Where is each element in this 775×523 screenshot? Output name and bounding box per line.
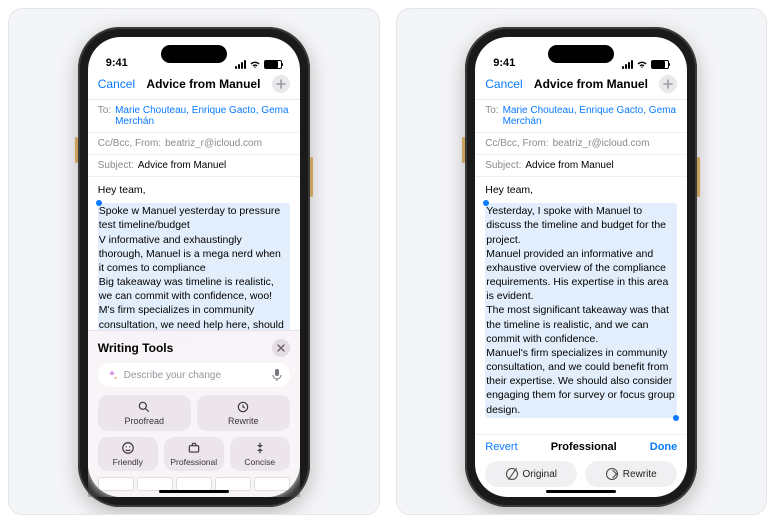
add-button[interactable] <box>659 75 677 93</box>
done-button[interactable]: Done <box>650 441 678 453</box>
rewrite-button[interactable]: Rewrite <box>197 395 290 431</box>
greeting: Hey team, <box>485 183 677 197</box>
to-label: To: <box>98 105 111 116</box>
body-text: Spoke w Manuel yesterday to pressure tes… <box>99 205 284 345</box>
subject-value: Advice from Manuel <box>525 160 613 171</box>
nav-title: Advice from Manuel <box>141 77 266 91</box>
selection-handle-start[interactable] <box>96 200 102 206</box>
compose-nav: Cancel Advice from Manuel <box>475 71 687 100</box>
wifi-icon <box>636 60 648 69</box>
body-text: Yesterday, I spoke with Manuel to discus… <box>486 205 675 415</box>
cc-value: beatriz_r@icloud.com <box>553 138 650 149</box>
describe-change-input[interactable]: Describe your change <box>98 363 290 387</box>
smile-icon <box>121 441 135 455</box>
greeting: Hey team, <box>98 183 290 197</box>
cellular-icon <box>235 60 246 69</box>
review-bar: Revert Professional Done Original Rewrit… <box>475 434 687 497</box>
status-time: 9:41 <box>106 57 128 69</box>
phone-frame: 9:41 Cancel Advice from Manuel To: Marie… <box>78 27 310 507</box>
input-placeholder: Describe your change <box>124 370 221 381</box>
original-button[interactable]: Original <box>485 461 577 487</box>
cancel-button[interactable]: Cancel <box>98 77 135 91</box>
home-indicator[interactable] <box>159 490 229 493</box>
revert-button[interactable]: Revert <box>485 441 517 453</box>
subject-label: Subject: <box>98 160 134 171</box>
cc-field[interactable]: Cc/Bcc, From: beatriz_r@icloud.com <box>475 133 687 155</box>
sheet-title: Writing Tools <box>98 341 174 355</box>
review-mode-label: Professional <box>551 441 617 453</box>
add-button[interactable] <box>272 75 290 93</box>
professional-button[interactable]: Professional <box>164 437 224 471</box>
to-field[interactable]: To: Marie Chouteau, Enrique Gacto, Gema … <box>475 100 687 133</box>
original-icon <box>506 468 518 480</box>
briefcase-icon <box>187 441 201 455</box>
battery-icon <box>651 60 669 69</box>
close-button[interactable] <box>272 339 290 357</box>
home-indicator[interactable] <box>546 490 616 493</box>
to-value: Marie Chouteau, Enrique Gacto, Gema Merc… <box>115 105 290 127</box>
sparkle-icon <box>106 369 118 381</box>
panel-right: 9:41 Cancel Advice from Manuel To: Marie… <box>396 8 768 515</box>
friendly-button[interactable]: Friendly <box>98 437 158 471</box>
dynamic-island <box>161 45 227 63</box>
rewrite-button[interactable]: Rewrite <box>585 461 677 487</box>
selected-text[interactable]: Spoke w Manuel yesterday to pressure tes… <box>98 203 290 347</box>
status-time: 9:41 <box>493 57 515 69</box>
proofread-button[interactable]: Proofread <box>98 395 191 431</box>
panel-left: 9:41 Cancel Advice from Manuel To: Marie… <box>8 8 380 515</box>
subject-field[interactable]: Subject: Advice from Manuel <box>475 155 687 177</box>
rewrite-icon <box>236 400 250 414</box>
phone-screen: 9:41 Cancel Advice from Manuel To: Marie… <box>88 37 300 497</box>
keyboard-strip <box>98 477 290 491</box>
cellular-icon <box>622 60 633 69</box>
to-value: Marie Chouteau, Enrique Gacto, Gema Merc… <box>503 105 678 127</box>
nav-title: Advice from Manuel <box>529 77 654 91</box>
compress-icon <box>253 441 267 455</box>
phone-screen: 9:41 Cancel Advice from Manuel To: Marie… <box>475 37 687 497</box>
cancel-button[interactable]: Cancel <box>485 77 522 91</box>
mic-icon[interactable] <box>272 368 282 382</box>
wifi-icon <box>249 60 261 69</box>
compose-nav: Cancel Advice from Manuel <box>88 71 300 100</box>
magnify-icon <box>137 400 151 414</box>
to-field[interactable]: To: Marie Chouteau, Enrique Gacto, Gema … <box>88 100 300 133</box>
cc-field[interactable]: Cc/Bcc, From: beatriz_r@icloud.com <box>88 133 300 155</box>
writing-tools-sheet: Writing Tools Describe your change Proof… <box>88 330 300 497</box>
subject-field[interactable]: Subject: Advice from Manuel <box>88 155 300 177</box>
selection-handle-end[interactable] <box>673 415 679 421</box>
selected-text[interactable]: Yesterday, I spoke with Manuel to discus… <box>485 203 677 418</box>
subject-value: Advice from Manuel <box>138 160 226 171</box>
phone-frame: 9:41 Cancel Advice from Manuel To: Marie… <box>465 27 697 507</box>
to-label: To: <box>485 105 498 116</box>
email-body[interactable]: Hey team, Yesterday, I spoke with Manuel… <box>475 177 687 434</box>
concise-button[interactable]: Concise <box>230 437 290 471</box>
subject-label: Subject: <box>485 160 521 171</box>
dynamic-island <box>548 45 614 63</box>
cc-value: beatriz_r@icloud.com <box>165 138 262 149</box>
rewrite-icon <box>606 468 618 480</box>
cc-label: Cc/Bcc, From: <box>485 138 548 149</box>
cc-label: Cc/Bcc, From: <box>98 138 161 149</box>
battery-icon <box>264 60 282 69</box>
